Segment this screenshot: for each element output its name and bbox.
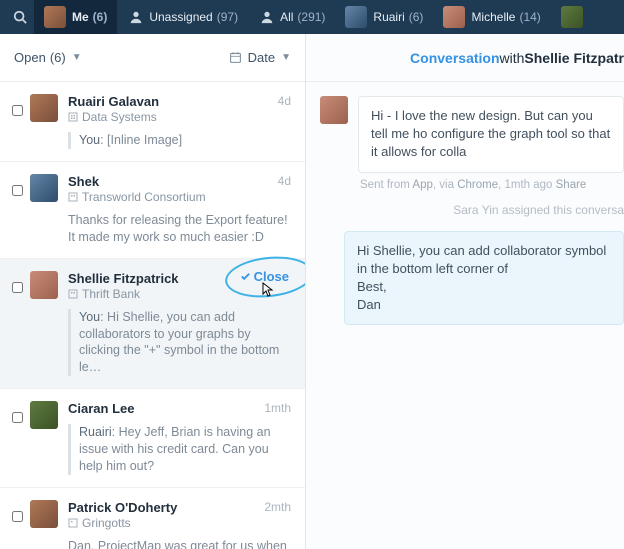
assignee-count: (6) xyxy=(93,10,108,24)
assignee-tab-michelle[interactable]: Michelle (14) xyxy=(433,0,550,34)
person-icon xyxy=(127,8,145,26)
share-link[interactable]: Share xyxy=(556,179,587,191)
sort-filter[interactable]: Date ▼ xyxy=(229,50,291,65)
check-icon xyxy=(240,271,251,282)
system-note: Sara Yin assigned this conversa xyxy=(320,203,624,217)
timestamp: 4d xyxy=(278,94,291,109)
filter-bar: Open (6) ▼ Date ▼ xyxy=(0,34,305,82)
assignee-label: Unassigned xyxy=(149,10,212,24)
select-checkbox[interactable] xyxy=(12,282,23,293)
select-checkbox[interactable] xyxy=(12,511,23,522)
conversation-header: Conversation with Shellie Fitzpatr xyxy=(306,34,624,82)
contact-name: Patrick O'Doherty xyxy=(68,500,177,515)
avatar xyxy=(30,271,58,299)
person-icon xyxy=(258,8,276,26)
assignee-tab-all[interactable]: All (291) xyxy=(248,0,335,34)
assignee-count: (291) xyxy=(297,10,325,24)
avatar xyxy=(320,96,348,124)
avatar xyxy=(561,6,583,28)
conversation-item[interactable]: Ciaran Lee 1mth Ruairi: Hey Jeff, Brian … xyxy=(0,389,305,488)
message-thread: Hi - I love the new design. But can you … xyxy=(306,82,624,325)
assignee-label: Ruairi xyxy=(373,10,404,24)
calendar-icon xyxy=(229,51,242,64)
assignee-tab-me[interactable]: Me (6) xyxy=(34,0,117,34)
avatar xyxy=(44,6,66,28)
contact-name: Ciaran Lee xyxy=(68,401,134,416)
contact-name: Shellie Fitzpatrick xyxy=(68,271,179,286)
avatar xyxy=(345,6,367,28)
top-nav: Me (6) Unassigned (97) All (291) Ruairi … xyxy=(0,0,624,34)
assignee-tab-more[interactable] xyxy=(551,0,589,34)
status-filter[interactable]: Open (6) ▼ xyxy=(14,50,82,65)
snippet: Thanks for releasing the Export feature!… xyxy=(68,212,291,246)
assignee-count: (6) xyxy=(409,10,424,24)
avatar xyxy=(30,401,58,429)
building-icon xyxy=(68,289,78,299)
select-checkbox[interactable] xyxy=(12,412,23,423)
building-icon xyxy=(68,192,78,202)
avatar xyxy=(30,500,58,528)
select-checkbox[interactable] xyxy=(12,185,23,196)
building-icon xyxy=(68,112,78,122)
building-icon xyxy=(68,518,78,528)
incoming-message: Hi - I love the new design. But can you … xyxy=(320,96,624,173)
assignee-label: Me xyxy=(72,10,89,24)
sort-label: Date xyxy=(248,50,275,65)
message-meta: Sent from App, via Chrome, 1mth ago Shar… xyxy=(360,179,624,191)
status-count: (6) xyxy=(50,50,66,65)
conversation-item[interactable]: Patrick O'Doherty 2mth Gringotts Dan, Pr… xyxy=(0,488,305,549)
timestamp: 2mth xyxy=(264,500,291,515)
conversation-panel: Conversation with Shellie Fitzpatr Hi - … xyxy=(306,34,624,549)
close-conversation-button[interactable]: Close xyxy=(240,269,289,284)
chevron-down-icon: ▼ xyxy=(72,52,82,63)
search-button[interactable] xyxy=(6,3,34,31)
conversation-item[interactable]: Ruairi Galavan 4d Data Systems You: [Inl… xyxy=(0,82,305,162)
conversation-item[interactable]: Shek 4d Transworld Consortium Thanks for… xyxy=(0,162,305,259)
assignee-count: (97) xyxy=(217,10,238,24)
snippet: You: Hi Shellie, you can add collaborato… xyxy=(68,309,291,377)
assignee-tab-ruairi[interactable]: Ruairi (6) xyxy=(335,0,433,34)
contact-name: Shek xyxy=(68,174,99,189)
select-checkbox[interactable] xyxy=(12,105,23,116)
avatar xyxy=(30,174,58,202)
timestamp: 1mth xyxy=(264,401,291,416)
reply-bubble: Hi Shellie, you can add collaborator sym… xyxy=(344,231,624,326)
avatar xyxy=(443,6,465,28)
snippet: You: [Inline Image] xyxy=(68,132,291,149)
contact-name: Ruairi Galavan xyxy=(68,94,159,109)
company-name: Transworld Consortium xyxy=(68,190,291,204)
chevron-down-icon: ▼ xyxy=(281,52,291,63)
company-name: Thrift Bank xyxy=(68,287,291,301)
assignee-label: All xyxy=(280,10,293,24)
assignee-label: Michelle xyxy=(471,10,515,24)
conversation-item-selected[interactable]: Shellie Fitzpatrick Thrift Bank You: Hi … xyxy=(0,259,305,390)
conversation-list: Ruairi Galavan 4d Data Systems You: [Inl… xyxy=(0,82,305,549)
search-icon xyxy=(13,10,27,24)
company-name: Data Systems xyxy=(68,110,291,124)
timestamp: 4d xyxy=(278,174,291,189)
contact-name: Shellie Fitzpatr xyxy=(524,50,624,66)
assignee-count: (14) xyxy=(519,10,540,24)
status-label: Open xyxy=(14,50,46,65)
snippet: Ruairi: Hey Jeff, Brian is having an iss… xyxy=(68,424,291,475)
conversation-link[interactable]: Conversation xyxy=(410,50,499,66)
main: Open (6) ▼ Date ▼ Ruairi Galavan 4d xyxy=(0,34,624,549)
company-name: Gringotts xyxy=(68,516,291,530)
snippet: Dan, ProjectMap was great for us when we… xyxy=(68,538,291,549)
assignee-tab-unassigned[interactable]: Unassigned (97) xyxy=(117,0,248,34)
message-bubble: Hi - I love the new design. But can you … xyxy=(358,96,624,173)
avatar xyxy=(30,94,58,122)
inbox-panel: Open (6) ▼ Date ▼ Ruairi Galavan 4d xyxy=(0,34,306,549)
